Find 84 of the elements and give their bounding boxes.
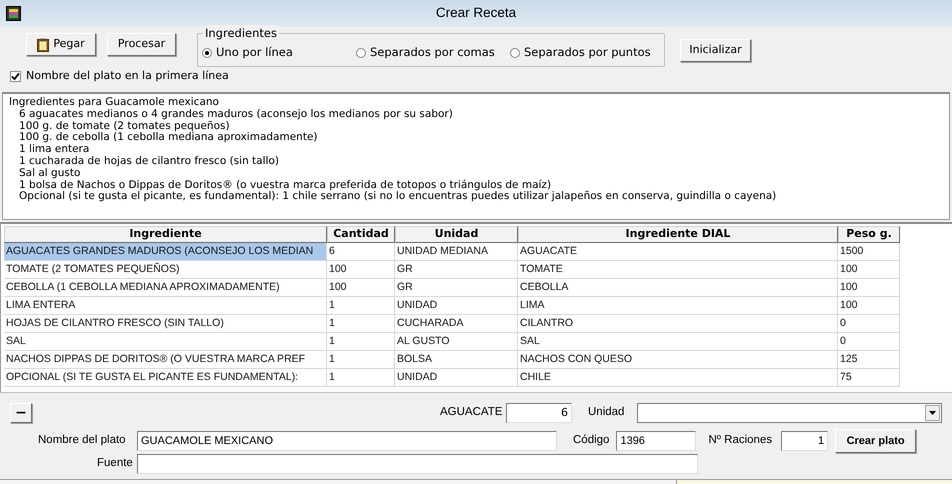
checkbox[interactable] (10, 70, 21, 82)
table-cell: CHILE (518, 369, 838, 387)
column-header[interactable]: Ingrediente (4, 226, 327, 243)
group-title: Ingredientes (203, 25, 279, 42)
column-header[interactable]: Peso g. (838, 226, 900, 243)
recipe-line: 1 cucharada de hojas de cilantro fresco (sin tallo) (18, 156, 279, 168)
source-field[interactable] (137, 454, 698, 474)
quantity-field[interactable]: 6 (506, 403, 572, 423)
table-cell: NACHOS DIPPAS DE DORITOS® (O VUESTRA MARCA PREF (4, 351, 327, 369)
table-cell: 1500 (838, 243, 900, 261)
radio-button[interactable] (356, 48, 366, 58)
paste-button[interactable]: Pegar (26, 33, 96, 56)
reset-button[interactable]: Inicializar (680, 39, 751, 62)
table-cell: CUCHARADA (395, 315, 518, 333)
table-cell: TOMATE (518, 261, 838, 279)
servings-label: Nº Raciones (708, 433, 772, 448)
table-cell: 1 (327, 351, 395, 369)
source-label: Fuente (97, 456, 133, 472)
recipe-line: 1 bolsa de Nachos o Dippas de Doritos® (o vuestra marca preferida de totopos o triángulos de maíz) (18, 180, 552, 191)
table-cell: AGUACATE (518, 243, 838, 261)
table-cell: AGUACATES GRANDES MADUROS (ACONSEJO LOS MEDIAN (4, 243, 327, 261)
column-header[interactable]: Unidad (395, 226, 518, 243)
table-cell: 1 (327, 333, 395, 351)
table-cell: 100 (838, 261, 900, 279)
table-cell: 100 (327, 261, 395, 279)
table-cell: CEBOLLA (1 CEBOLLA MEDIANA APROXIMADAMENTE) (4, 279, 327, 297)
recipe-line: Ingredientes para Guacamole mexicano (9, 97, 219, 109)
table-cell: BOLSA (395, 351, 518, 369)
ingredient-label: AGUACATE (440, 405, 500, 420)
table-cell: 1 (327, 369, 395, 387)
recipe-text-area[interactable] (2, 92, 950, 220)
table-cell: 1 (327, 297, 395, 315)
radio-button[interactable] (202, 48, 212, 58)
remove-button[interactable]: − (10, 403, 32, 423)
recipe-line: 6 aguacates medianos o 4 grandes maduros (aconsejo los medianos por su sabor) (18, 108, 453, 120)
table-cell: SAL (518, 333, 838, 351)
table-cell: 1 (327, 315, 395, 333)
recipe-line: Opcional (si te gusta el picante, es fundamental): 1 chile serrano (si no lo encuentras puedes utilizar jalapeños en conserva, guindilla o cayena) (18, 191, 776, 204)
radio-option[interactable]: Separados por puntos (510, 44, 664, 62)
recipe-line: Sal al gusto (18, 168, 80, 180)
column-header[interactable]: Ingrediente DIAL (518, 226, 838, 243)
recipe-line: 100 g. de tomate (2 tomates pequeños) (18, 120, 230, 132)
table-cell: TOMATE (2 TOMATES PEQUEÑOS) (4, 261, 327, 279)
recipe-line: 100 g. de cebolla (1 cebolla mediana aproximadamente) (18, 132, 318, 144)
table-cell: CEBOLLA (518, 279, 838, 297)
radio-button[interactable] (510, 48, 520, 58)
table-cell: 100 (838, 279, 900, 297)
table-cell: 100 (838, 297, 900, 315)
table-cell: 0 (838, 315, 900, 333)
table-cell: LIMA ENTERA (4, 297, 327, 315)
table-cell: 100 (327, 279, 395, 297)
code-label: Código (573, 433, 610, 448)
table-cell: NACHOS CON QUESO (518, 351, 838, 369)
unit-dropdown[interactable] (637, 403, 942, 423)
servings-field[interactable]: 1 (781, 431, 828, 451)
dish-name-label: Nombre del plato (38, 433, 127, 448)
window-title: Crear Receta (436, 4, 516, 22)
table-cell: AL GUSTO (395, 333, 518, 351)
table-cell: GR (395, 261, 518, 279)
radio-option[interactable]: Separados por comas (356, 44, 510, 62)
recipe-line: 1 lima entera (18, 144, 90, 156)
table-cell: 125 (838, 351, 900, 369)
create-dish-button[interactable]: Crear plato (835, 429, 916, 453)
table-cell: CILANTRO (518, 315, 838, 333)
table-cell: UNIDAD (395, 297, 518, 315)
table-cell: 6 (327, 243, 395, 261)
table-cell: HOJAS DE CILANTRO FRESCO (SIN TALLO) (4, 315, 327, 333)
table-cell: 0 (838, 333, 900, 351)
clipboard-icon (37, 38, 50, 52)
process-button[interactable]: Procesar (107, 33, 176, 56)
table-cell: GR (395, 279, 518, 297)
column-header[interactable]: Cantidad (327, 226, 395, 243)
unit-label: Unidad (588, 405, 624, 420)
table-cell: 75 (838, 369, 900, 387)
code-field[interactable]: 1396 (616, 431, 696, 451)
app-icon (6, 6, 21, 21)
dish-name-checkbox-row[interactable]: Nombre del plato en la primera línea (10, 68, 229, 84)
table-cell: SAL (4, 333, 327, 351)
table-cell: UNIDAD MEDIANA (395, 243, 518, 261)
table-cell: OPCIONAL (SI TE GUSTA EL PICANTE ES FUNDAMENTAL): (4, 369, 327, 387)
table-cell: UNIDAD (395, 369, 518, 387)
radio-option[interactable]: Uno por línea (202, 44, 356, 62)
table-cell: LIMA (518, 297, 838, 315)
dish-name-field[interactable]: GUACAMOLE MEXICANO (137, 431, 557, 451)
